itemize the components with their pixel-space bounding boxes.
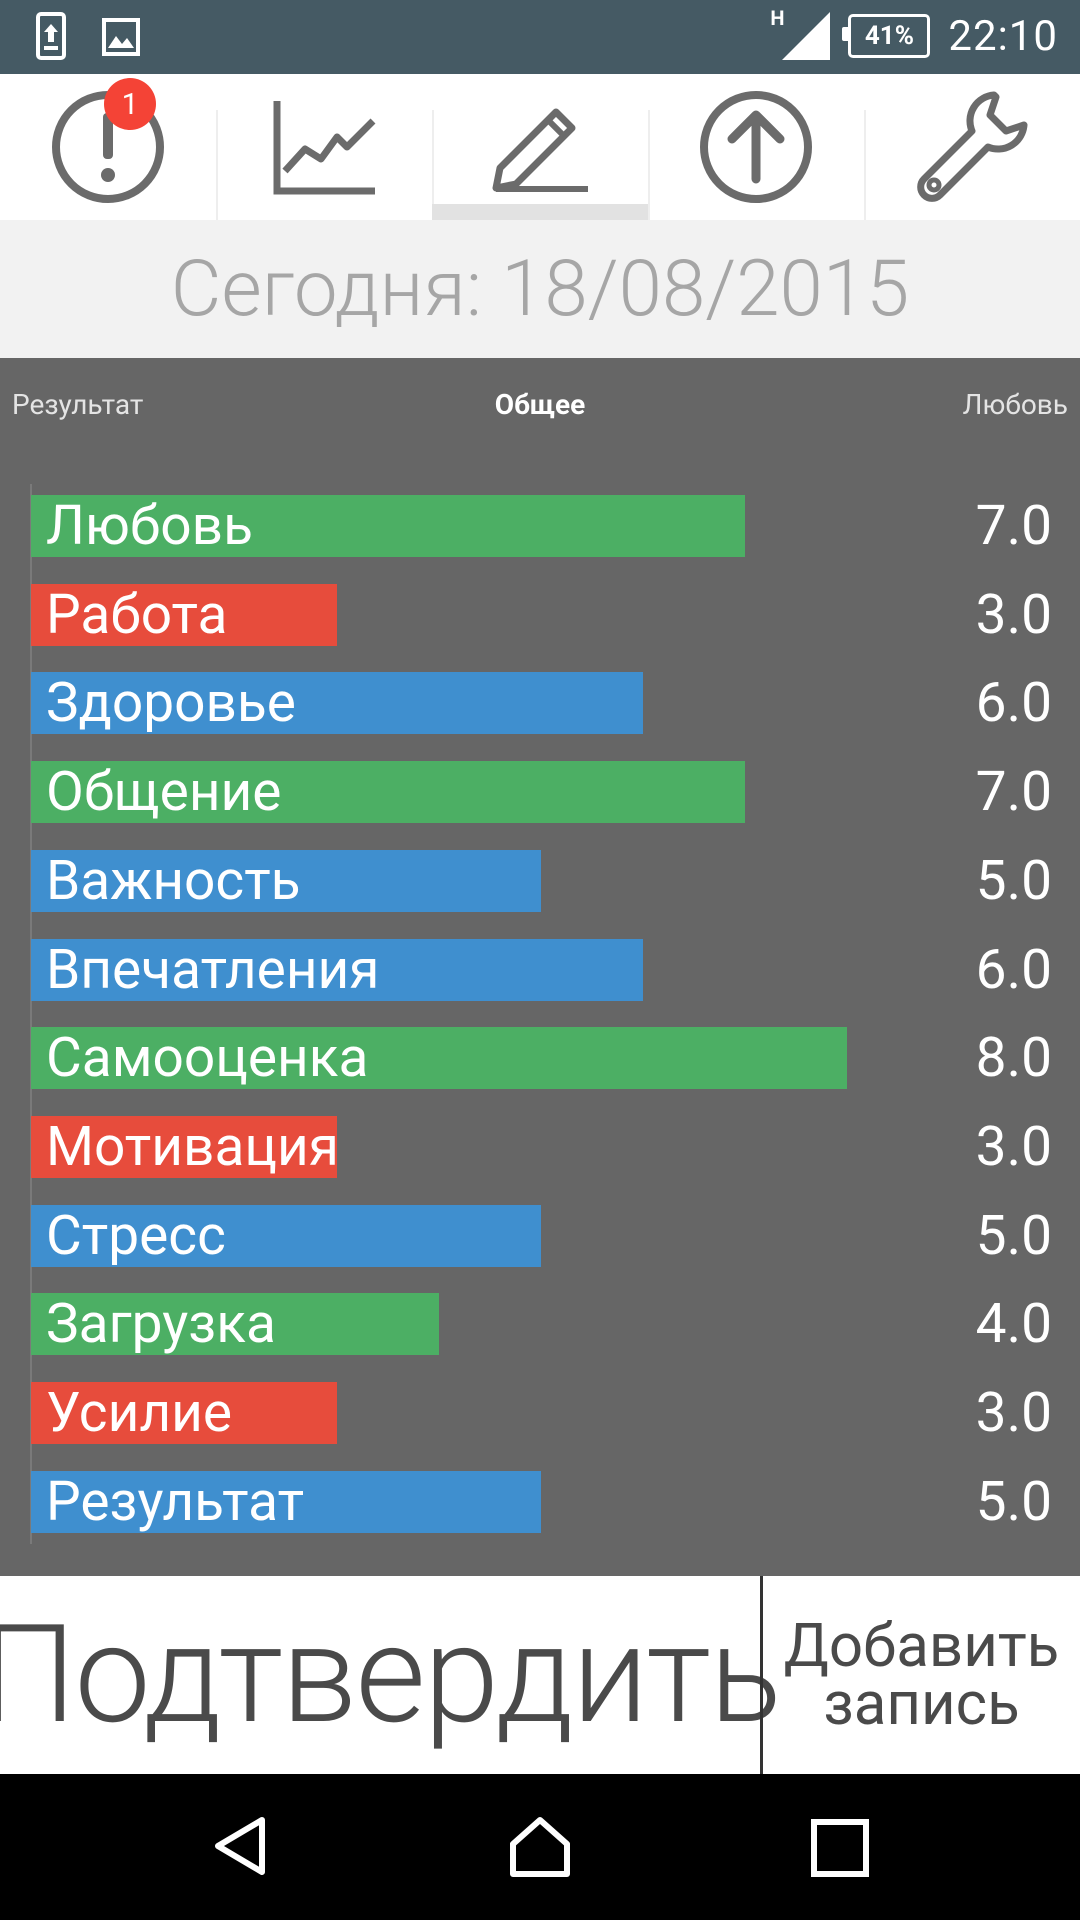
tab-bar: 1 [0, 74, 1080, 220]
navigation-bar [0, 1774, 1080, 1920]
tab-alerts[interactable]: 1 [0, 74, 216, 220]
recents-icon[interactable] [810, 1818, 870, 1878]
arrow-up-circle-icon [700, 91, 812, 203]
battery-icon: 41% [842, 14, 931, 58]
bar-row[interactable]: Общение 7.0 [0, 760, 1080, 825]
bar-value-label: 5.0 [975, 1203, 1052, 1268]
bar-row[interactable]: Самооценка 8.0 [0, 1026, 1080, 1091]
bar-row[interactable]: Любовь 7.0 [0, 494, 1080, 558]
bar-category-label: Стресс [46, 1203, 226, 1268]
bar-category-label: Любовь [46, 494, 253, 558]
tab-upload[interactable] [648, 74, 864, 220]
bar-category-label: Работа [46, 582, 228, 647]
image-icon [102, 18, 140, 56]
add-entry-label: Добавить запись [784, 1616, 1060, 1734]
notification-badge: 1 [104, 78, 156, 130]
tab-stats[interactable] [216, 74, 432, 220]
add-entry-line2: запись [823, 1668, 1020, 1739]
tab-settings[interactable] [864, 74, 1080, 220]
bar-row[interactable]: Важность 5.0 [0, 848, 1080, 913]
bar-category-label: Загрузка [46, 1292, 276, 1357]
bar-value-label: 8.0 [975, 1026, 1052, 1091]
bar-category-label: Усилие [46, 1381, 233, 1445]
bar-row[interactable]: Работа 3.0 [0, 582, 1080, 647]
bar-row[interactable]: Здоровье 6.0 [0, 671, 1080, 736]
bar-value-label: 7.0 [975, 494, 1052, 558]
bar-value-label: 5.0 [975, 1469, 1052, 1534]
upload-screenshot-icon [36, 12, 66, 60]
bar-category-label: Самооценка [46, 1026, 369, 1091]
bar-value-label: 6.0 [975, 671, 1052, 736]
home-icon[interactable] [507, 1814, 573, 1878]
wrench-icon [917, 91, 1028, 202]
panel-label-right[interactable]: Любовь [963, 388, 1068, 421]
confirm-button[interactable]: Подтвердить [0, 1576, 782, 1774]
bar-row[interactable]: Впечатления 6.0 [0, 937, 1080, 1002]
tab-edit[interactable] [432, 74, 648, 220]
bar-row[interactable]: Мотивация 3.0 [0, 1114, 1080, 1179]
back-icon[interactable] [210, 1814, 274, 1878]
bar-category-label: Общение [46, 760, 282, 825]
action-bar: Подтвердить Добавить запись [0, 1576, 1080, 1774]
bar-row[interactable]: Результат 5.0 [0, 1469, 1080, 1534]
bar-value-label: 3.0 [975, 1381, 1052, 1445]
bar-category-label: Важность [46, 848, 301, 913]
bar-value-label: 6.0 [975, 937, 1052, 1002]
bar-category-label: Впечатления [46, 937, 380, 1002]
bar-row[interactable]: Усилие 3.0 [0, 1381, 1080, 1445]
add-entry-button[interactable]: Добавить запись [763, 1576, 1080, 1774]
bar-value-label: 4.0 [975, 1292, 1052, 1357]
battery-level: 41% [864, 21, 914, 51]
bar-row[interactable]: Стресс 5.0 [0, 1203, 1080, 1268]
panel-label-center[interactable]: Общее [0, 388, 1080, 421]
pencil-icon [492, 108, 588, 192]
bar-category-label: Здоровье [46, 671, 296, 736]
clock: 22:10 [948, 11, 1058, 61]
bar-category-label: Мотивация [46, 1114, 339, 1179]
bar-category-label: Результат [46, 1469, 305, 1534]
bar-value-label: 3.0 [975, 582, 1052, 647]
bar-row[interactable]: Загрузка 4.0 [0, 1292, 1080, 1357]
bar-value-label: 7.0 [975, 760, 1052, 825]
date-header: Сегодня: 18/08/2015 [0, 220, 1080, 358]
bar-value-label: 3.0 [975, 1114, 1052, 1179]
bar-value-label: 5.0 [975, 848, 1052, 913]
signal-icon [782, 12, 831, 60]
status-bar: H 41% 22:10 [0, 0, 1080, 74]
line-chart-icon [273, 101, 376, 195]
